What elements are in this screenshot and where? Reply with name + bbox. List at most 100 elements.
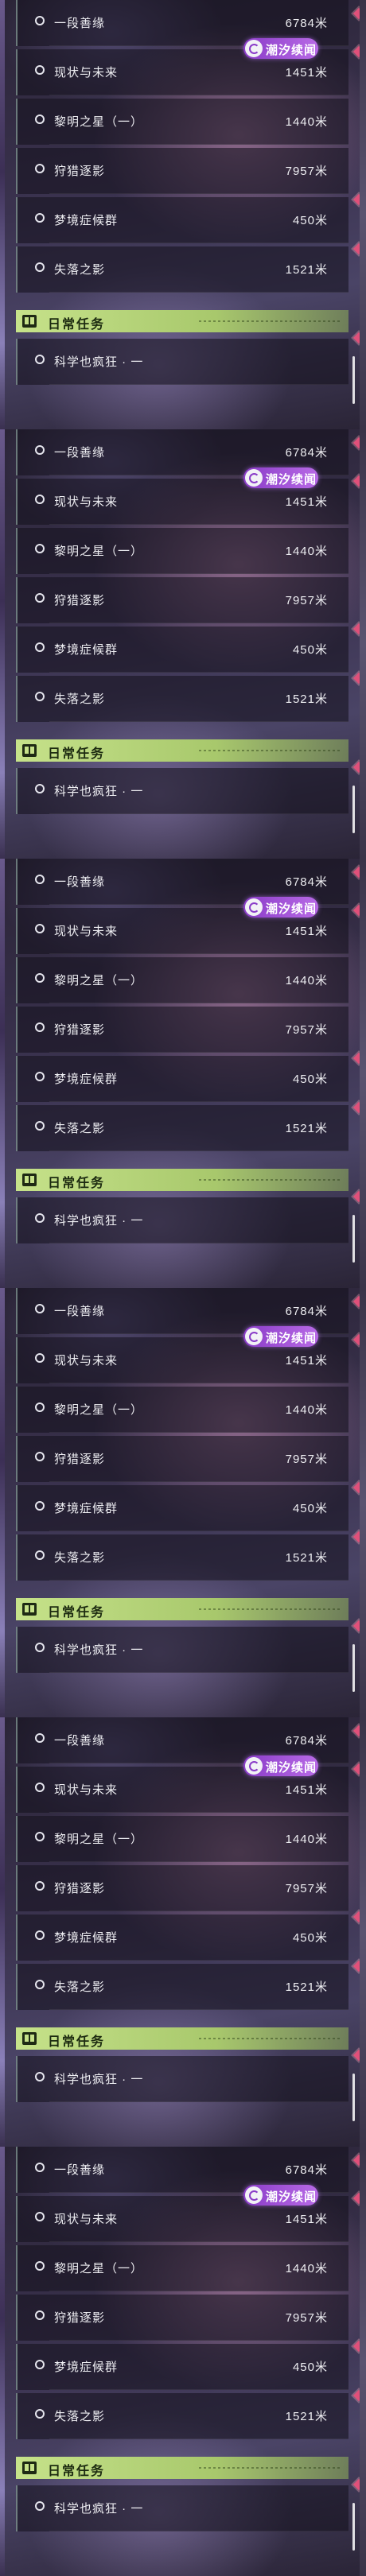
quest-radio-icon[interactable]: [35, 642, 45, 652]
quest-radio-icon[interactable]: [35, 1783, 45, 1792]
quest-row[interactable]: 梦境症候群 450米: [16, 197, 348, 243]
daily-quest-row[interactable]: 科学也疯狂 · 一: [16, 2056, 348, 2102]
quest-row[interactable]: 失落之影 1521米: [16, 246, 348, 293]
quest-radio-icon[interactable]: [35, 2360, 45, 2369]
quest-radio-icon[interactable]: [35, 1832, 45, 1841]
quest-name: 狩猎逐影: [54, 2311, 106, 2325]
quest-radio-icon[interactable]: [35, 2501, 45, 2511]
daily-quest-row[interactable]: 科学也疯狂 · 一: [16, 1627, 348, 1673]
quest-row[interactable]: 失落之影 1521米: [16, 1105, 348, 1151]
scrollbar[interactable]: [352, 356, 355, 404]
quest-row[interactable]: 黎明之星（一） 1440米: [16, 99, 348, 145]
quest-radio-icon[interactable]: [35, 1353, 45, 1363]
quest-row[interactable]: 黎明之星（一） 1440米: [16, 1816, 348, 1862]
scrollbar[interactable]: [352, 2074, 355, 2121]
quest-radio-icon[interactable]: [35, 1980, 45, 1989]
quest-row[interactable]: 梦境症候群 450米: [16, 2344, 348, 2390]
quest-name: 黎明之星（一）: [54, 545, 144, 558]
quest-row[interactable]: 黎明之星（一） 1440米: [16, 528, 348, 574]
quest-row[interactable]: 梦境症候群 450米: [16, 627, 348, 673]
daily-quest-name: 科学也疯狂 · 一: [54, 785, 144, 798]
quest-distance: 1521米: [285, 1551, 328, 1565]
quest-radio-icon[interactable]: [35, 1550, 45, 1560]
quest-name: 狩猎逐影: [54, 594, 106, 607]
event-badge[interactable]: 潮汐续闻: [243, 38, 318, 59]
quest-radio-icon[interactable]: [35, 784, 45, 793]
tracking-marker-icon: [352, 332, 365, 344]
quest-radio-icon[interactable]: [35, 1402, 45, 1412]
scrollbar[interactable]: [352, 1644, 355, 1692]
quest-row[interactable]: 失落之影 1521米: [16, 676, 348, 722]
daily-tasks-title: 日常任务: [48, 2035, 106, 2049]
quest-radio-icon[interactable]: [35, 2163, 45, 2172]
quest-distance: 1521米: [285, 692, 328, 706]
quest-radio-icon[interactable]: [35, 2261, 45, 2271]
quest-radio-icon[interactable]: [35, 1930, 45, 1940]
event-badge-label: 潮汐续闻: [266, 44, 317, 57]
scrollbar[interactable]: [352, 786, 355, 833]
quest-radio-icon[interactable]: [35, 2409, 45, 2419]
quest-row[interactable]: 黎明之星（一） 1440米: [16, 1387, 348, 1433]
event-badge[interactable]: 潮汐续闻: [243, 467, 318, 488]
quest-radio-icon[interactable]: [35, 1733, 45, 1743]
quest-radio-icon[interactable]: [35, 114, 45, 124]
quest-radio-icon[interactable]: [35, 445, 45, 455]
quest-name: 一段善缘: [54, 2163, 106, 2177]
quest-radio-icon[interactable]: [35, 1881, 45, 1891]
quest-row[interactable]: 黎明之星（一） 1440米: [16, 957, 348, 1003]
daily-quest-row[interactable]: 科学也疯狂 · 一: [16, 1197, 348, 1243]
daily-tasks-header: 日常任务: [16, 310, 348, 332]
quest-radio-icon[interactable]: [35, 262, 45, 272]
quest-radio-icon[interactable]: [35, 2212, 45, 2221]
quest-row[interactable]: 失落之影 1521米: [16, 1964, 348, 2010]
quest-radio-icon[interactable]: [35, 164, 45, 173]
quest-radio-icon[interactable]: [35, 1213, 45, 1223]
quest-row[interactable]: 狩猎逐影 7957米: [16, 1007, 348, 1053]
quest-name: 黎明之星（一）: [54, 2262, 144, 2275]
daily-quest-row[interactable]: 科学也疯狂 · 一: [16, 2485, 348, 2531]
quest-row[interactable]: 狩猎逐影 7957米: [16, 1436, 348, 1482]
quest-radio-icon[interactable]: [35, 355, 45, 364]
quest-radio-icon[interactable]: [35, 2310, 45, 2320]
quest-radio-icon[interactable]: [35, 593, 45, 603]
quest-radio-icon[interactable]: [35, 1022, 45, 1032]
quest-row[interactable]: 失落之影 1521米: [16, 2393, 348, 2439]
quest-row[interactable]: 梦境症候群 450米: [16, 1485, 348, 1531]
quest-radio-icon[interactable]: [35, 2072, 45, 2081]
quest-radio-icon[interactable]: [35, 875, 45, 884]
scrollbar[interactable]: [352, 2503, 355, 2551]
event-badge[interactable]: 潮汐续闻: [243, 1755, 318, 1776]
quest-radio-icon[interactable]: [35, 495, 45, 504]
quest-row[interactable]: 狩猎逐影 7957米: [16, 148, 348, 194]
quest-name: 梦境症候群: [54, 1931, 119, 1945]
quest-row[interactable]: 失落之影 1521米: [16, 1534, 348, 1581]
quest-row[interactable]: 黎明之星（一） 1440米: [16, 2245, 348, 2291]
quest-radio-icon[interactable]: [35, 16, 45, 25]
quest-radio-icon[interactable]: [35, 692, 45, 701]
quest-radio-icon[interactable]: [35, 65, 45, 75]
event-badge[interactable]: 潮汐续闻: [243, 1326, 318, 1347]
quest-radio-icon[interactable]: [35, 1643, 45, 1652]
quest-row[interactable]: 狩猎逐影 7957米: [16, 1865, 348, 1911]
quest-row[interactable]: 狩猎逐影 7957米: [16, 577, 348, 623]
quest-distance: 1451米: [285, 925, 328, 938]
quest-radio-icon[interactable]: [35, 973, 45, 983]
quest-row[interactable]: 狩猎逐影 7957米: [16, 2295, 348, 2341]
scrollbar[interactable]: [352, 1215, 355, 1263]
quest-radio-icon[interactable]: [35, 1121, 45, 1131]
quest-radio-icon[interactable]: [35, 1501, 45, 1511]
quest-radio-icon[interactable]: [35, 1304, 45, 1313]
quest-radio-icon[interactable]: [35, 213, 45, 223]
quest-radio-icon[interactable]: [35, 1452, 45, 1461]
quest-radio-icon[interactable]: [35, 924, 45, 933]
event-badge[interactable]: 潮汐续闻: [243, 2185, 318, 2206]
event-badge[interactable]: 潮汐续闻: [243, 897, 318, 918]
daily-quest-name: 科学也疯狂 · 一: [54, 2502, 144, 2516]
quest-radio-icon[interactable]: [35, 544, 45, 553]
quest-row[interactable]: 梦境症候群 450米: [16, 1915, 348, 1961]
quest-radio-icon[interactable]: [35, 1072, 45, 1081]
book-icon: [22, 315, 37, 328]
daily-quest-row[interactable]: 科学也疯狂 · 一: [16, 339, 348, 385]
quest-row[interactable]: 梦境症候群 450米: [16, 1056, 348, 1102]
daily-quest-row[interactable]: 科学也疯狂 · 一: [16, 768, 348, 814]
